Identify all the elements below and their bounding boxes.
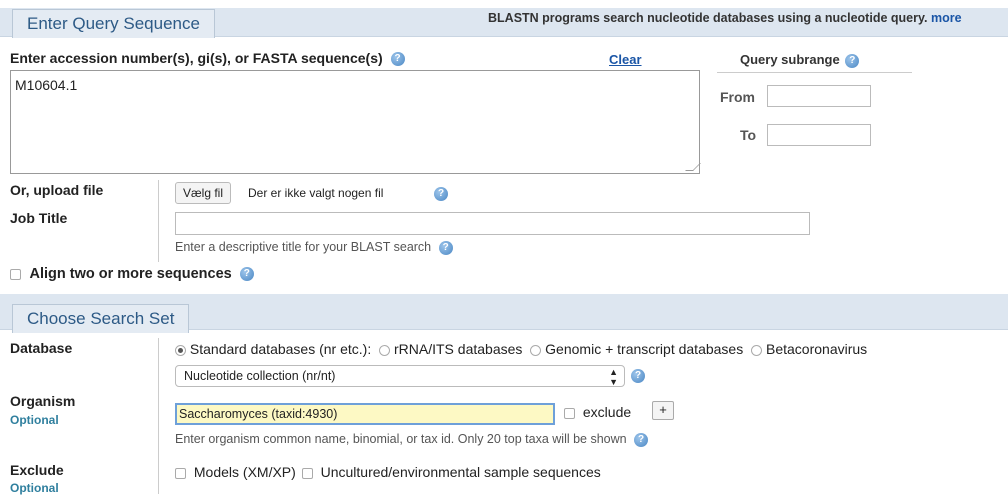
database-option-label: rRNA/ITS databases: [394, 341, 523, 357]
sequence-label: Enter accession number(s), gi(s), or FAS…: [10, 50, 383, 66]
upload-label: Or, upload file: [10, 182, 104, 198]
tab-choose-search-set: Choose Search Set: [12, 304, 190, 333]
header-info-text: BLASTN programs search nucleotide databa…: [488, 11, 928, 25]
align-label: Align two or more sequences: [29, 266, 232, 282]
job-title-input[interactable]: [175, 212, 810, 235]
exclude-uncultured-label: Uncultured/environmental sample sequence…: [320, 464, 601, 480]
radio-standard-databases[interactable]: [175, 344, 186, 356]
organism-exclude: exclude: [564, 404, 631, 420]
organism-value: Saccharomyces (taxid:4930): [179, 407, 338, 421]
database-select[interactable]: Nucleotide collection (nr/nt) ▲ ▼: [175, 365, 625, 387]
label-column-divider: [158, 338, 159, 494]
radio-betacoronavirus[interactable]: [751, 344, 763, 356]
exclude-models-label: Models (XM/XP): [193, 464, 296, 480]
to-label: To: [740, 127, 757, 143]
to-input[interactable]: [767, 124, 871, 146]
help-icon[interactable]: ?: [438, 240, 453, 255]
choose-file-button[interactable]: Vælg fil: [175, 182, 232, 204]
database-option-label: Genomic + transcript databases: [545, 341, 744, 357]
help-icon[interactable]: ?: [239, 267, 254, 282]
from-label: From: [720, 89, 755, 105]
radio-genomic-transcript-databases[interactable]: [530, 344, 542, 356]
sequence-value: M10604.1: [15, 77, 78, 93]
organism-label: Organism: [10, 393, 76, 409]
organism-hint: Enter organism common name, binomial, or…: [175, 432, 627, 446]
query-subrange-title: Query subrange ?: [740, 52, 860, 68]
tab-enter-query-sequence: Enter Query Sequence: [12, 9, 215, 38]
exclude-optional: Optional: [10, 481, 59, 495]
database-option-label: Betacoronavirus: [766, 341, 868, 357]
help-icon[interactable]: ?: [631, 369, 645, 383]
help-icon[interactable]: ?: [845, 53, 860, 68]
organism-exclude-label: exclude: [582, 404, 632, 420]
query-subrange-label: Query subrange: [740, 52, 840, 67]
add-organism-button[interactable]: +: [652, 401, 674, 420]
radio-rrna-its-databases[interactable]: [379, 344, 391, 356]
help-icon[interactable]: ?: [390, 52, 405, 67]
clear-link[interactable]: Clear: [609, 52, 642, 67]
database-select-value: Nucleotide collection (nr/nt): [184, 369, 336, 383]
exclude-models-checkbox[interactable]: [175, 467, 186, 479]
database-label: Database: [10, 340, 73, 356]
label-column-divider: [158, 180, 159, 262]
organism-input[interactable]: Saccharomyces (taxid:4930): [175, 403, 555, 425]
subrange-divider: [717, 72, 912, 73]
job-title-label: Job Title: [10, 210, 68, 226]
sequence-label-row: Enter accession number(s), gi(s), or FAS…: [10, 50, 405, 67]
help-icon[interactable]: ?: [634, 432, 649, 447]
align-checkbox[interactable]: [10, 268, 21, 280]
sequence-textarea[interactable]: M10604.1: [10, 70, 701, 174]
from-input[interactable]: [767, 85, 871, 107]
resize-handle-icon[interactable]: [685, 163, 701, 171]
database-radio-group: Standard databases (nr etc.): rRNA/ITS d…: [175, 341, 867, 357]
header-info: BLASTN programs search nucleotide databa…: [488, 11, 962, 25]
job-title-hint-row: Enter a descriptive title for your BLAST…: [175, 240, 453, 255]
choose-file-label: Vælg fil: [183, 186, 224, 200]
organism-exclude-checkbox[interactable]: [564, 407, 575, 419]
help-icon[interactable]: ?: [434, 187, 448, 201]
job-title-hint: Enter a descriptive title for your BLAST…: [175, 240, 432, 254]
organism-hint-row: Enter organism common name, binomial, or…: [175, 432, 649, 447]
no-file-text: Der er ikke valgt nogen fil: [248, 186, 384, 200]
updown-arrow-icon: ▲ ▼: [609, 367, 618, 387]
exclude-options: Models (XM/XP) Uncultured/environmental …: [175, 464, 601, 480]
organism-optional: Optional: [10, 413, 59, 427]
add-organism-label: +: [659, 402, 667, 417]
exclude-label: Exclude: [10, 462, 64, 478]
database-option-label: Standard databases (nr etc.):: [189, 341, 372, 357]
exclude-uncultured-checkbox[interactable]: [301, 467, 313, 479]
align-two-sequences-row: Align two or more sequences ?: [10, 266, 254, 282]
more-link[interactable]: more: [931, 11, 962, 25]
